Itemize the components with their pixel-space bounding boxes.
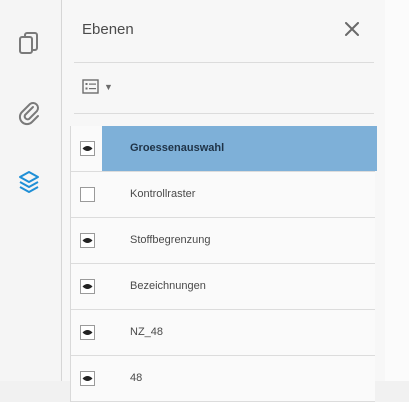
layer-row[interactable]: Kontrollraster (71, 172, 375, 218)
layer-name: Stoffbegrenzung (130, 234, 211, 246)
layer-row[interactable]: NZ_48 (71, 310, 375, 356)
close-button[interactable] (339, 16, 365, 42)
layer-options-button[interactable]: ▼ (82, 79, 113, 94)
panel-title: Ebenen (82, 21, 134, 38)
eye-icon (82, 146, 93, 151)
layer-visibility-toggle[interactable] (80, 371, 95, 386)
attachments-icon (18, 102, 39, 126)
layer-row[interactable]: Stoffbegrenzung (71, 218, 375, 264)
layer-name: NZ_48 (130, 326, 164, 338)
layer-options-icon (82, 79, 99, 94)
layers-button[interactable] (12, 165, 46, 199)
layer-row[interactable]: Bezeichnungen (71, 264, 375, 310)
left-tool-rail (0, 0, 62, 381)
layer-name: Kontrollraster (130, 188, 196, 200)
layer-row[interactable]: 48 (71, 356, 375, 402)
attachments-button[interactable] (12, 96, 46, 130)
toolbar-divider (74, 113, 374, 114)
chevron-down-icon: ▼ (104, 81, 113, 92)
layer-visibility-toggle[interactable] (80, 279, 95, 294)
layer-name: 48 (130, 372, 143, 384)
layer-visibility-toggle[interactable] (80, 187, 95, 202)
eye-icon (82, 330, 93, 335)
layers-panel: Ebenen ▼ Groessenauswahl Kontrollraster (62, 0, 385, 402)
layer-visibility-toggle[interactable] (80, 325, 95, 340)
layer-visibility-toggle[interactable] (80, 141, 95, 156)
layer-name: Groessenauswahl (102, 126, 377, 171)
layer-visibility-toggle[interactable] (80, 233, 95, 248)
pages-icon (19, 32, 38, 54)
header-divider (74, 62, 374, 63)
close-icon (345, 22, 359, 36)
layers-icon (19, 171, 39, 193)
pages-button[interactable] (12, 28, 46, 62)
layer-name: Bezeichnungen (130, 280, 206, 292)
layer-list: Groessenauswahl Kontrollraster Stoffbegr… (70, 126, 377, 402)
right-gutter (385, 0, 409, 381)
eye-icon (82, 284, 93, 289)
eye-icon (82, 238, 93, 243)
layer-row[interactable]: Groessenauswahl (71, 126, 377, 172)
